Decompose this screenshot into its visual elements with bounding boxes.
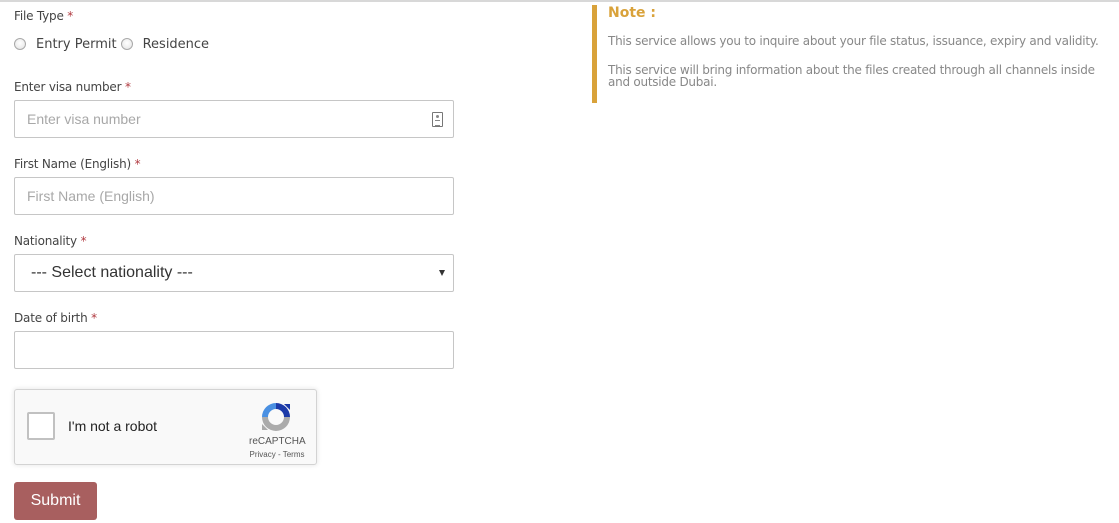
radio-residence[interactable] [120, 38, 133, 50]
note-paragraph: This service allows you to inquire about… [608, 34, 1099, 48]
nationality-select[interactable]: --- Select nationality --- [14, 254, 454, 292]
file-type-label-text: File Type [14, 9, 64, 23]
radio-residence-label[interactable]: Residence [143, 37, 209, 52]
first-name-label-text: First Name (English) [14, 157, 131, 171]
required-mark: * [67, 9, 74, 23]
recaptcha-privacy-terms-link[interactable]: Privacy - Terms [247, 450, 307, 459]
recaptcha-label: I'm not a robot [68, 418, 158, 434]
submit-button[interactable]: Submit [14, 482, 97, 520]
required-mark: * [134, 157, 141, 171]
recaptcha-brand: reCAPTCHA [249, 436, 306, 447]
date-of-birth-input[interactable] [14, 331, 454, 369]
note-panel: Note : This service allows you to inquir… [592, 5, 1119, 103]
first-name-label: First Name (English) * [14, 157, 141, 171]
first-name-input[interactable]: First Name (English) [14, 177, 454, 215]
required-mark: * [124, 80, 131, 94]
visa-number-placeholder: Enter visa number [27, 111, 141, 127]
nationality-label-text: Nationality [14, 234, 77, 248]
file-type-label: File Type * [14, 9, 73, 23]
first-name-placeholder: First Name (English) [27, 188, 155, 204]
nationality-label: Nationality * [14, 234, 87, 248]
file-type-radio-group: Entry Permit Residence [14, 35, 213, 53]
required-mark: * [80, 234, 87, 248]
note-paragraph: This service will bring information abou… [608, 63, 1095, 89]
radio-entry-permit-label[interactable]: Entry Permit [36, 37, 117, 52]
chevron-down-icon [439, 270, 445, 276]
required-mark: * [91, 311, 97, 325]
id-card-icon[interactable] [432, 112, 443, 127]
date-of-birth-label: Date of birth * [14, 311, 97, 325]
note-title: Note : [608, 5, 656, 21]
top-divider [0, 0, 1119, 2]
visa-number-input[interactable]: Enter visa number [14, 100, 454, 138]
date-of-birth-label-text: Date of birth [14, 311, 88, 325]
visa-number-label: Enter visa number * [14, 80, 131, 94]
radio-entry-permit[interactable] [14, 38, 26, 50]
nationality-selected-value: --- Select nationality --- [31, 264, 193, 281]
recaptcha-logo-icon [262, 403, 290, 431]
visa-number-label-text: Enter visa number [14, 80, 122, 94]
recaptcha-widget: I'm not a robot reCAPTCHA Privacy - Term… [14, 389, 317, 465]
recaptcha-checkbox[interactable] [27, 412, 55, 440]
